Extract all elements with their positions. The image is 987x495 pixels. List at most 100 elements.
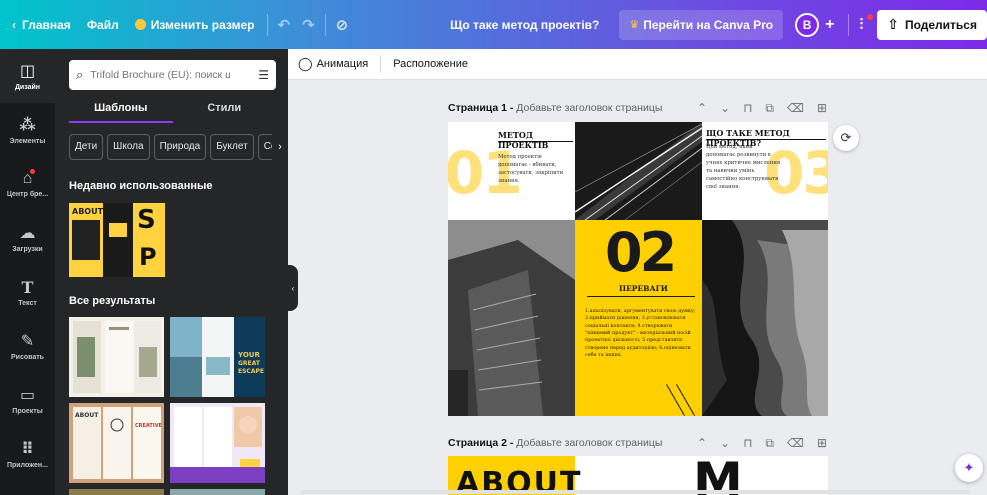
rail-label: Дизайн [14,84,41,91]
rail-item-apps[interactable]: ⠿ Приложен... [0,427,55,481]
scrollbar-thumb[interactable] [300,490,970,494]
page-1-title[interactable]: Страница 1 - Добавьте заголовок страницы [448,102,662,114]
filter-icon[interactable]: ☰ [258,68,269,82]
rail-label: Проекты [12,408,43,415]
thumb-block [109,223,127,237]
template-thumbnail[interactable] [170,489,265,495]
recent-template-thumbnail[interactable]: ABOUT SP [69,203,165,277]
upgrade-pro-button[interactable]: ♛ Перейти на Canva Pro [619,9,784,40]
brochure-panel-1[interactable]: 01 МЕТОД ПРОЕКТІВ Метод проектів допомаг… [448,122,575,220]
cave-photo[interactable] [702,220,828,416]
page-2-title[interactable]: Страница 2 - Добавьте заголовок страницы [448,437,662,449]
brochure-body-3[interactable]: Цей метод, який допомагає розвинути в уч… [706,144,782,192]
cloud-saved-icon[interactable]: ⊘ [330,16,355,34]
add-page-icon[interactable]: ⊞ [817,436,827,451]
brochure-body-2[interactable]: 1.аналізувати, аргументувати свою думку;… [585,308,699,360]
results-heading: Все результаты [69,295,156,307]
animation-icon: ◯ [298,56,313,71]
layout-icon: ◫ [19,63,36,80]
chevron-left-icon: ‹ [291,283,295,293]
collapse-panel-handle[interactable]: ‹ [288,265,298,311]
rail-label: Загрузки [12,246,43,253]
resize-button[interactable]: Изменить размер [127,0,263,49]
divider [324,13,326,36]
chevron-down-icon[interactable]: ⌄ [720,436,730,451]
rail-label: Текст [18,299,37,307]
chip-booklet[interactable]: Буклет [210,134,254,160]
home-button[interactable]: ‹ Главная [0,0,79,49]
page-title-placeholder: Добавьте заголовок страницы [516,437,663,449]
template-thumbnail[interactable]: ABOUT CREATIVE [69,403,164,483]
rail-item-text[interactable]: T Текст [0,265,55,319]
rail-item-projects[interactable]: ▭ Проекты [0,373,55,427]
road-photo[interactable] [575,122,702,220]
add-page-icon[interactable]: ⊞ [817,101,827,116]
chip-kids[interactable]: Дети [69,134,104,160]
redo-icon[interactable]: ↷ [296,16,321,34]
animation-label: Анимация [316,58,369,70]
svg-text:GREAT: GREAT [238,360,261,367]
position-button[interactable]: Расположение [393,58,468,70]
rail-item-elements[interactable]: ⁂ Элементы [0,103,55,157]
magic-sparkle-icon[interactable]: ✦ [955,454,983,482]
design-page-1[interactable]: 01 МЕТОД ПРОЕКТІВ Метод проектів допомаг… [448,122,828,416]
trash-icon[interactable]: ⌫ [787,436,804,451]
brochure-heading-2[interactable]: ПЕРЕВАГИ [619,284,668,293]
lock-icon[interactable]: ⊓ [743,436,752,451]
avatar[interactable]: B [795,12,820,37]
brochure-panel-3[interactable]: 03 ЩО ТАКЕ МЕТОД ПРОЕКТІВ? Цей метод, як… [702,122,828,220]
decorative-slash [676,384,695,416]
duplicate-icon[interactable]: ⧉ [765,101,774,116]
lock-icon[interactable]: ⊓ [743,101,752,116]
building-image [448,220,575,416]
chip-school[interactable]: Школа [107,134,150,160]
undo-icon[interactable]: ↶ [272,16,297,34]
apps-icon: ⠿ [21,441,34,458]
share-button[interactable]: ⇧ Поделиться [877,9,987,40]
animation-button[interactable]: ◯ Анимация [298,56,368,72]
top-bar: ‹ Главная Файл Изменить размер ↶ ↷ ⊘ Що … [0,0,987,49]
project-title[interactable]: Що таке метод проектів? [442,0,607,49]
templates-panel: ⌕ ☰ Шаблоны Стили Дети Школа Природа Бук… [55,49,288,495]
text-icon: T [21,277,34,297]
rail-label: Элементы [9,138,46,145]
crown-icon [134,19,146,30]
tab-styles[interactable]: Стили [173,97,277,123]
trash-icon[interactable]: ⌫ [787,101,804,116]
tab-templates[interactable]: Шаблоны [69,97,173,123]
horizontal-scrollbar[interactable] [300,489,970,495]
file-menu-button[interactable]: Файл [79,0,127,49]
rail-item-design[interactable]: ◫ Дизайн [0,49,55,103]
rail-item-brand[interactable]: ⌂ Центр бре... [0,157,55,211]
template-thumbnail[interactable] [69,489,164,495]
template-thumbnail[interactable] [69,317,164,397]
rail-item-uploads[interactable]: ☁ Загрузки [0,211,55,265]
brochure-panel-2[interactable]: 02 ПЕРЕВАГИ 1.аналізувати, аргументувати… [575,220,702,416]
search-box[interactable]: ⌕ ☰ [69,60,276,90]
template-thumbnail[interactable]: YOUR GREAT ESCAPE [170,317,265,397]
divider [848,13,850,36]
road-lights-image [575,122,702,220]
thumb-panel-left: ABOUT [69,203,103,277]
rotate-icon[interactable]: ⟳ [833,125,859,151]
avatar-letter: B [802,17,812,32]
template-preview-image: YOUR GREAT ESCAPE [170,317,265,397]
home-label: Главная [22,17,71,32]
template-thumbnail[interactable] [170,403,265,483]
divider-line [587,296,695,297]
building-photo[interactable] [448,220,575,416]
chevron-up-icon[interactable]: ⌃ [697,101,707,116]
insights-icon[interactable]: ⫶ [853,14,874,33]
brochure-body-1[interactable]: Метод проектів допомагає - вбивати, заст… [498,154,572,186]
chevron-down-icon[interactable]: ⌄ [720,101,730,116]
add-collaborator-icon[interactable]: + [825,16,834,34]
chevron-right-icon[interactable]: › [272,134,288,160]
duplicate-icon[interactable]: ⧉ [765,436,774,451]
rail-item-draw[interactable]: ✎ Рисовать [0,319,55,373]
brochure-heading-1[interactable]: МЕТОД ПРОЕКТІВ [498,130,575,150]
chip-nature[interactable]: Природа [153,134,207,160]
search-input[interactable] [90,69,231,81]
upgrade-pro-label: Перейти на Canva Pro [643,17,774,32]
chevron-up-icon[interactable]: ⌃ [697,436,707,451]
svg-text:CREATIVE: CREATIVE [135,423,163,429]
